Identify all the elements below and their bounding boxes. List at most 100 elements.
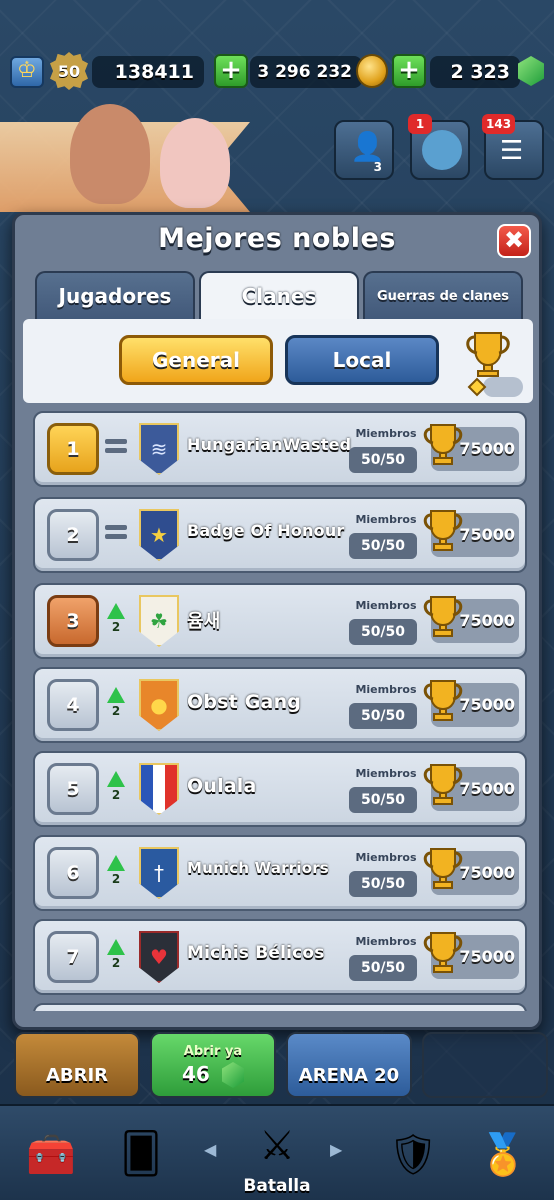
trophies-total-value: 138411 — [114, 61, 194, 83]
friends-count: 3 — [373, 160, 382, 174]
nav-right-arrow-icon[interactable]: ▶ — [330, 1140, 342, 1159]
clan-trophies: 75000 — [423, 510, 519, 557]
buy-gems-button[interactable]: + — [392, 54, 426, 88]
clan-row[interactable]: 3 2 ☘ 윰새 Miembros 50/50 75000 — [33, 583, 527, 659]
chest-slot[interactable]: Abrir ya 46 — [150, 1032, 276, 1098]
members-value: 50/50 — [349, 619, 417, 645]
clan-row[interactable]: 7 2 ♥ Michis Bélicos Miembros 50/50 7500… — [33, 919, 527, 995]
tab-clanes[interactable]: Clanes — [199, 271, 359, 319]
chest-slot[interactable]: ARENA 20 — [286, 1032, 412, 1098]
trophies-value: 75000 — [459, 611, 515, 630]
rank-number: 1 — [47, 423, 99, 475]
clan-notification-badge: 1 — [408, 114, 432, 134]
clan-badge-icon: ● — [139, 679, 179, 731]
tab-jugadores[interactable]: Jugadores — [35, 271, 195, 319]
rank-up-icon: 2 — [103, 771, 129, 811]
rank-number: 6 — [47, 847, 99, 899]
tournament-laurel-icon[interactable]: 🏅 — [462, 1114, 544, 1194]
clan-row[interactable]: 4 2 ● Obst Gang Miembros 50/50 75000 — [33, 667, 527, 743]
clan-name: 윰새 — [187, 611, 221, 632]
members-value: 50/50 — [349, 533, 417, 559]
chest-slot-empty[interactable] — [422, 1032, 548, 1098]
menu-notification-badge: 143 — [482, 114, 516, 134]
gold-counter: 3 296 232 — [250, 56, 362, 88]
rank-up-icon: 2 — [103, 939, 129, 979]
chest-label: 46 — [182, 1062, 210, 1086]
members-label: Miembros — [355, 513, 417, 526]
rank-number: 4 — [47, 679, 99, 731]
clan-row[interactable]: 2 ★ Badge Of Honour Miembros 50/50 75000 — [33, 497, 527, 573]
trophies-value: 75000 — [459, 779, 515, 798]
clan-leaderboard-list[interactable]: 1 ≋ HungarianWasted Miembros 50/50 75000… — [23, 411, 533, 1011]
clan-button[interactable]: 1 — [408, 114, 470, 180]
crown-icon — [10, 56, 44, 88]
filter-panel: General Local — [23, 319, 533, 403]
clan-trophies: 75000 — [423, 424, 519, 471]
clan-row[interactable]: 5 2 ▮ Oulala Miembros 50/50 75000 — [33, 751, 527, 827]
clan-trophies: 75000 — [423, 596, 519, 643]
rank-up-amount: 2 — [111, 620, 121, 634]
members-value: 50/50 — [349, 703, 417, 729]
chest-sublabel: Abrir ya — [183, 1044, 243, 1059]
clan-avatar-icon — [422, 130, 462, 170]
rank-up-amount: 2 — [111, 704, 121, 718]
bottom-nav: 🧰 🂠 ◀ ⚔ ▶ Batalla 🛡 🏅 — [0, 1104, 554, 1200]
rank-up-amount: 2 — [111, 956, 121, 970]
members-label: Miembros — [355, 683, 417, 696]
trophy-toggle[interactable] — [453, 327, 523, 397]
general-filter-button[interactable]: General — [119, 335, 273, 385]
chest-label: ARENA 20 — [298, 1065, 400, 1086]
clan-badge-icon: ★ — [139, 509, 179, 561]
clan-badge-icon: ♥ — [139, 931, 179, 983]
clan-name: HungarianWasted — [187, 435, 352, 454]
clan-row[interactable]: 6 2 † Munich Warriors Miembros 50/50 750… — [33, 835, 527, 911]
rank-unchanged-icon — [103, 517, 129, 557]
resource-bar: 50 138411 + 3 296 232 + 2 323 — [0, 50, 554, 94]
clan-badge-icon: ≋ — [139, 423, 179, 475]
close-button[interactable]: ✖ — [497, 224, 531, 258]
modal-title: Mejores nobles — [158, 223, 396, 254]
battle-label: Batalla — [243, 1176, 311, 1196]
chest-slot[interactable]: ABRIR — [14, 1032, 140, 1098]
buy-gold-button[interactable]: + — [214, 54, 248, 88]
chest-slots: ABRIR Abrir ya 46 ARENA 20 — [0, 1032, 554, 1102]
trophies-value: 75000 — [459, 695, 515, 714]
members-label: Miembros — [355, 599, 417, 612]
trophy-icon — [466, 332, 523, 397]
clan-name: Michis Bélicos — [187, 943, 325, 963]
hamburger-icon: ☰ — [500, 136, 524, 166]
members-value: 50/50 — [349, 787, 417, 813]
gems-value: 2 323 — [450, 61, 511, 83]
chest-label: ABRIR — [45, 1065, 109, 1086]
gem-icon — [222, 1062, 244, 1088]
clan-shield-icon[interactable]: 🛡 — [372, 1114, 454, 1194]
clan-name: Oulala — [187, 775, 257, 797]
battle-swords-icon[interactable]: ⚔ — [236, 1106, 318, 1186]
local-filter-button[interactable]: Local — [285, 335, 439, 385]
person-icon: 👤 — [350, 130, 385, 163]
pig-character-image — [160, 118, 230, 208]
clan-name: Badge Of Honour — [187, 521, 345, 540]
rank-number: 2 — [47, 509, 99, 561]
rank-number: 3 — [47, 595, 99, 647]
rank-unchanged-icon — [103, 431, 129, 471]
nav-left-arrow-icon[interactable]: ◀ — [204, 1140, 216, 1159]
shop-chest-icon[interactable]: 🧰 — [10, 1114, 92, 1194]
members-value: 50/50 — [349, 955, 417, 981]
members-label: Miembros — [355, 935, 417, 948]
rank-up-icon: 2 — [103, 687, 129, 727]
cards-icon[interactable]: 🂠 — [100, 1114, 182, 1194]
friends-button[interactable]: 👤 3 — [334, 120, 394, 180]
members-value: 50/50 — [349, 871, 417, 897]
boar-character-image — [70, 104, 150, 204]
level-badge: 50 — [50, 52, 88, 90]
rank-up-icon: 2 — [103, 603, 129, 643]
leaderboard-modal: Mejores nobles ✖ Jugadores Clanes Guerra… — [12, 212, 542, 1030]
menu-button[interactable]: 143 ☰ — [482, 114, 544, 180]
trophies-value: 75000 — [459, 525, 515, 544]
rank-up-icon: 2 — [103, 855, 129, 895]
clan-row[interactable]: 1 ≋ HungarianWasted Miembros 50/50 75000 — [33, 411, 527, 487]
trophies-value: 75000 — [459, 439, 515, 458]
tab-guerras-de-clanes[interactable]: Guerras de clanes — [363, 271, 523, 319]
clan-row[interactable] — [33, 1003, 527, 1011]
